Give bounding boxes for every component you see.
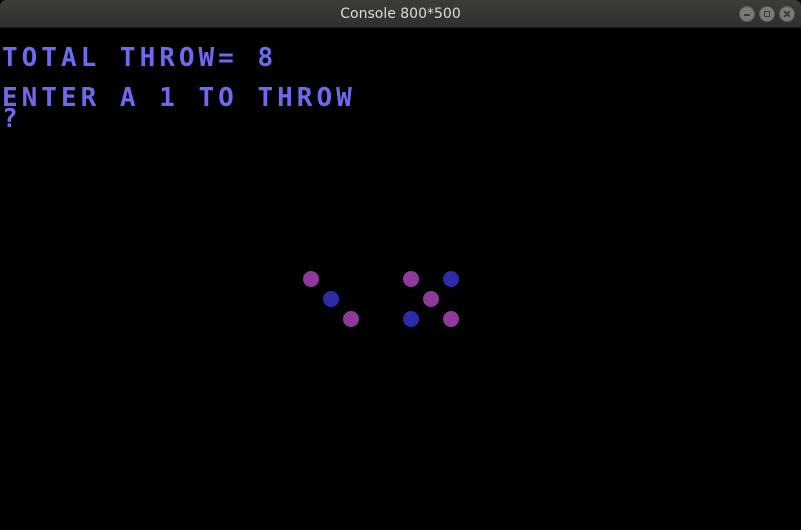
- die-pip: [343, 311, 359, 327]
- console-screen[interactable]: TOTAL THROW= 8 ENTER A 1 TO THROW ?: [0, 29, 801, 530]
- maximize-icon[interactable]: [759, 6, 775, 22]
- total-throw-text: TOTAL THROW= 8: [2, 43, 278, 73]
- title-bar[interactable]: Console 800*500: [0, 0, 801, 28]
- console-window: Console 800*500 TOTAL THROW= 8 ENTER A 1…: [0, 0, 801, 530]
- die-pip: [403, 311, 419, 327]
- die-pip: [323, 291, 339, 307]
- throw-prompt-text: ENTER A 1 TO THROW: [2, 83, 356, 113]
- die-pip: [423, 291, 439, 307]
- window-title: Console 800*500: [340, 6, 461, 22]
- minimize-icon[interactable]: [739, 6, 755, 22]
- input-prompt-cursor[interactable]: ?: [2, 105, 22, 133]
- die-pip: [443, 311, 459, 327]
- die-pip: [403, 271, 419, 287]
- die-pip: [303, 271, 319, 287]
- die-pip: [443, 271, 459, 287]
- close-icon[interactable]: [779, 6, 795, 22]
